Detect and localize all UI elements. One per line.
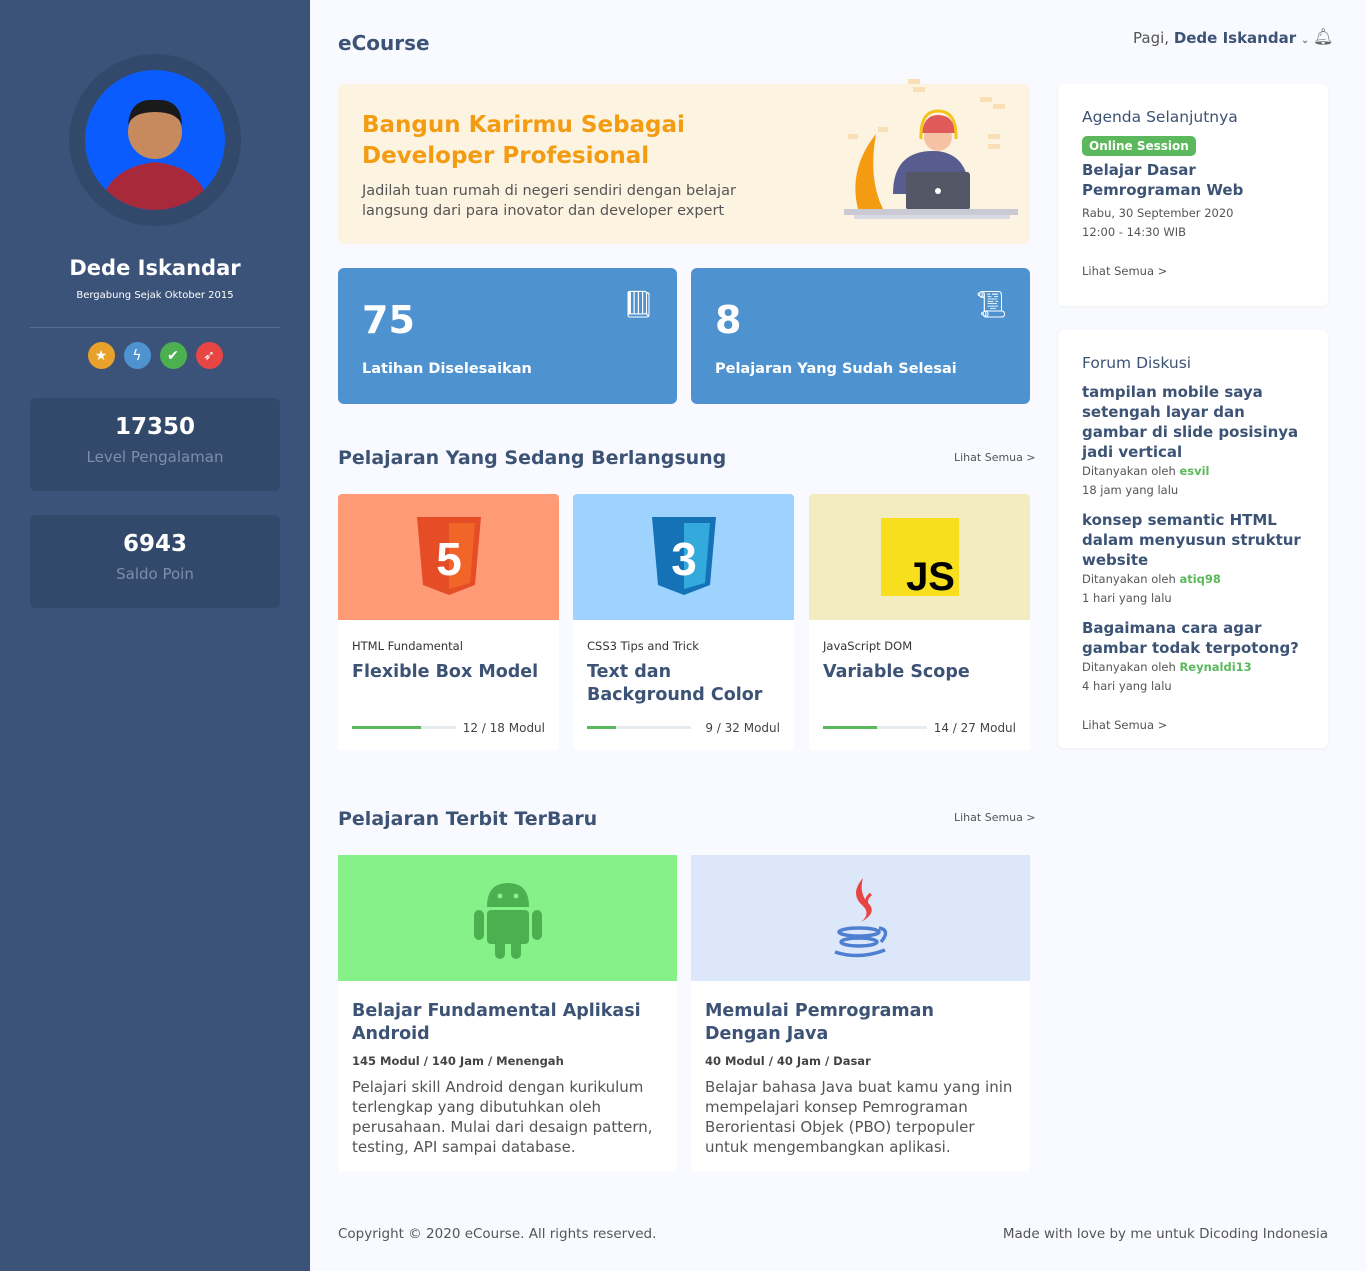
java-icon — [691, 855, 1030, 981]
course-category: CSS3 Tips and Trick — [587, 639, 699, 653]
new-course-card[interactable]: Memulai Pemrograman Dengan Java 40 Modul… — [691, 855, 1030, 1171]
new-course-meta: 145 Modul / 140 Jam / Menengah — [352, 1054, 564, 1068]
certificate-icon: 📜︎ — [974, 290, 1008, 320]
course-title: Variable Scope — [823, 662, 970, 682]
greeting: Pagi, — [1133, 29, 1170, 47]
logo[interactable]: eCourse — [338, 31, 430, 55]
progress-fill — [587, 726, 617, 729]
lightning-icon[interactable]: ϟ — [123, 342, 151, 369]
progress-fill — [823, 726, 877, 729]
lesson-label: Pelajaran Yang Sudah Selesai — [715, 361, 957, 377]
progress-text: 9 / 32 Modul — [705, 721, 780, 735]
forum-user[interactable]: Reynaldi13 — [1179, 660, 1251, 674]
asked-by-label: Ditanyakan oleh — [1082, 464, 1176, 478]
forum-time: 1 hari yang lalu — [1082, 591, 1172, 605]
badge-list: ★ ϟ ✔ ➶ — [0, 342, 310, 369]
avatar[interactable] — [85, 70, 225, 210]
svg-text:3: 3 — [671, 533, 697, 585]
progress-fill — [352, 726, 422, 729]
forum-user[interactable]: atiq98 — [1179, 572, 1220, 586]
course-card[interactable]: 5 HTML Fundamental Flexible Box Model 12… — [338, 494, 559, 750]
course-category: JavaScript DOM — [823, 639, 913, 653]
course-card[interactable]: JS JavaScript DOM Variable Scope 14 / 27… — [809, 494, 1030, 750]
android-icon — [338, 855, 677, 981]
shield-icon[interactable]: ✔ — [159, 342, 187, 369]
new-course-meta: 40 Modul / 40 Jam / Dasar — [705, 1054, 871, 1068]
agenda-date: Rabu, 30 September 2020 — [1082, 206, 1234, 220]
agenda-see-all[interactable]: Lihat Semua > — [1082, 262, 1304, 281]
agenda-title: Agenda Selanjutnya — [1082, 108, 1238, 126]
new-course-desc: Pelajari skill Android dengan kurikulum … — [352, 1078, 653, 1156]
asked-by-label: Ditanyakan oleh — [1082, 660, 1176, 674]
new-course-title: Belajar Fundamental Aplikasi Android — [352, 1001, 641, 1044]
join-date: Bergabung Sejak Oktober 2015 — [76, 290, 234, 301]
html5-icon: 5 — [338, 494, 559, 620]
star-icon[interactable]: ★ — [87, 342, 115, 369]
ongoing-see-all[interactable]: Lihat Semua > — [954, 451, 1036, 464]
ongoing-title: Pelajaran Yang Sedang Berlangsung — [338, 447, 727, 469]
forum-title: Forum Diskusi — [1082, 354, 1192, 372]
forum-item[interactable]: Bagaimana cara agar gambar todak terpoto… — [1082, 618, 1304, 696]
course-title: Flexible Box Model — [352, 662, 539, 682]
newest-title: Pelajaran Terbit TerBaru — [338, 808, 598, 830]
stat-value: 17350 — [114, 414, 196, 440]
stat-label: Level Pengalaman — [86, 448, 224, 466]
lesson-count: 8 — [715, 298, 742, 342]
stat-label: Saldo Poin — [116, 565, 194, 583]
sidebar: Dede Iskandar Bergabung Sejak Oktober 20… — [0, 0, 310, 1271]
progress-bar — [587, 726, 691, 729]
copyright: Copyright © 2020 eCourse. All rights res… — [338, 1226, 657, 1242]
forum-question[interactable]: Bagaimana cara agar gambar todak terpoto… — [1082, 618, 1304, 658]
javascript-icon: JS — [809, 494, 1030, 620]
forum-question[interactable]: tampilan mobile saya setengah layar dan … — [1082, 382, 1304, 462]
forum-question[interactable]: konsep semantic HTML dalam menyusun stru… — [1082, 510, 1304, 570]
exercise-count: 75 — [362, 298, 415, 342]
agenda-time: 12:00 - 14:30 WIB — [1082, 225, 1187, 239]
banner-title: Bangun Karirmu Sebagai Developer Profesi… — [362, 112, 685, 169]
credit: Made with love by me untuk Dicoding Indo… — [1002, 1226, 1328, 1242]
banner-text: Jadilah tuan rumah di negeri sendiri den… — [362, 183, 736, 219]
stat-points: 6943 Saldo Poin — [30, 515, 280, 608]
user-menu-name: Dede Iskandar — [1173, 29, 1297, 47]
stat-card-lessons: 8 Pelajaran Yang Sudah Selesai 📜︎ — [691, 268, 1030, 404]
svg-text:JS: JS — [906, 555, 955, 596]
divider — [30, 327, 280, 328]
stat-value: 6943 — [122, 531, 187, 557]
course-card[interactable]: 3 CSS3 Tips and Trick Text dan Backgroun… — [573, 494, 794, 750]
exercise-label: Latihan Diselesaikan — [362, 361, 532, 377]
stat-experience: 17350 Level Pengalaman — [30, 398, 280, 491]
new-course-title: Memulai Pemrograman Dengan Java — [705, 1001, 934, 1044]
book-icon: 📕︎ — [621, 290, 655, 320]
bell-icon[interactable]: 🔔︎ — [1313, 27, 1333, 46]
forum-time: 4 hari yang lalu — [1082, 679, 1172, 693]
course-title: Text dan Background Color — [587, 662, 763, 705]
forum-card: Forum Diskusi tampilan mobile saya seten… — [1058, 330, 1328, 748]
new-course-card[interactable]: Belajar Fundamental Aplikasi Android 145… — [338, 855, 677, 1171]
progress-bar — [352, 726, 456, 729]
newest-see-all[interactable]: Lihat Semua > — [954, 811, 1036, 824]
progress-text: 12 / 18 Modul — [462, 721, 545, 735]
svg-text:5: 5 — [436, 533, 462, 585]
agenda-card: Agenda Selanjutnya Online Session Belaja… — [1058, 84, 1328, 306]
forum-time: 18 jam yang lalu — [1082, 483, 1179, 497]
session-tag: Online Session — [1082, 136, 1196, 156]
forum-see-all[interactable]: Lihat Semua > — [1082, 716, 1304, 735]
course-category: HTML Fundamental — [352, 639, 463, 653]
css3-icon: 3 — [573, 494, 794, 620]
stat-card-exercises: 75 Latihan Diselesaikan 📕︎ — [338, 268, 677, 404]
hero-banner: Bangun Karirmu Sebagai Developer Profesi… — [338, 79, 1030, 244]
progress-text: 14 / 27 Modul — [933, 721, 1016, 735]
rocket-icon[interactable]: ➶ — [195, 342, 223, 369]
asked-by-label: Ditanyakan oleh — [1082, 572, 1176, 586]
user-name: Dede Iskandar — [69, 256, 241, 280]
forum-item[interactable]: konsep semantic HTML dalam menyusun stru… — [1082, 510, 1304, 608]
progress-bar — [823, 726, 927, 729]
chevron-down-icon: ⌄ — [1300, 35, 1310, 46]
user-menu[interactable]: Pagi, Dede Iskandar ⌄ — [1133, 29, 1309, 47]
forum-user[interactable]: esvil — [1179, 464, 1209, 478]
agenda-event[interactable]: Belajar Dasar Pemrograman Web — [1082, 160, 1304, 200]
new-course-desc: Belajar bahasa Java buat kamu yang inin … — [705, 1078, 1013, 1156]
developer-illustration — [844, 79, 1018, 219]
forum-item[interactable]: tampilan mobile saya setengah layar dan … — [1082, 382, 1304, 500]
